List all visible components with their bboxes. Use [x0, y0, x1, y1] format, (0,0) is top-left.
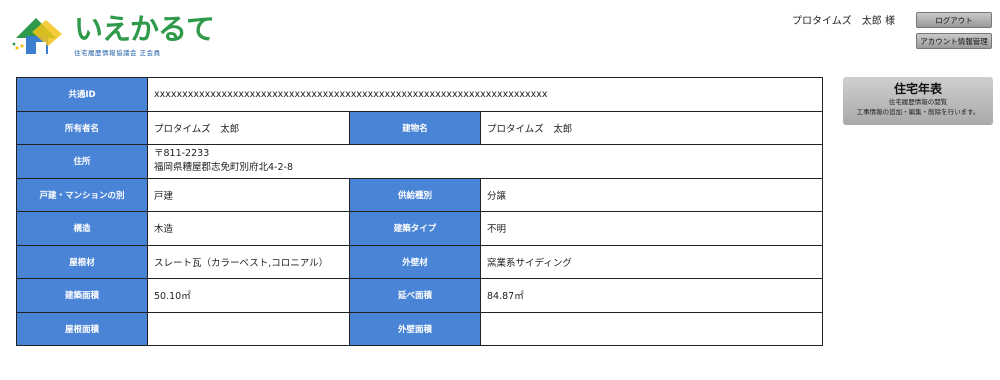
table-row: 屋根材 スレート瓦（カラーベスト,コロニアル） 外壁材 窯業系サイディング [16, 244, 823, 279]
roof-material-value: スレート瓦（カラーベスト,コロニアル） [147, 244, 350, 279]
building-name-label: 建物名 [349, 110, 481, 145]
user-name: プロタイムズ 太郎 様 [792, 16, 895, 27]
floor-area-value: 84.87㎡ [480, 278, 823, 313]
shared-id-value: xxxxxxxxxxxxxxxxxxxxxxxxxxxxxxxxxxxxxxxx… [147, 77, 823, 112]
address-cell: 〒811-2233 福岡県糟屋郡志免町別府北4-2-8 [147, 144, 823, 179]
structure-label: 構造 [16, 211, 148, 246]
house-timeline-title: 住宅年表 [893, 82, 942, 96]
roof-material-label: 屋根材 [16, 244, 148, 279]
table-row: 共通ID xxxxxxxxxxxxxxxxxxxxxxxxxxxxxxxxxxx… [16, 77, 823, 112]
owner-label: 所有者名 [16, 110, 148, 145]
address-label: 住所 [16, 144, 148, 179]
house-timeline-button[interactable]: 住宅年表 住宅履歴情報の閲覧 工事情報の追加・編集・削除を行います。 [843, 77, 993, 125]
house-logo-icon [12, 18, 62, 54]
house-info-table: 共通ID xxxxxxxxxxxxxxxxxxxxxxxxxxxxxxxxxxx… [16, 77, 823, 346]
wall-material-label: 外壁材 [349, 244, 481, 279]
logo-subtitle: 住宅履歴情報協議会 正会員 [74, 49, 161, 57]
supply-type-label: 供給種別 [349, 177, 481, 212]
build-type-label: 建築タイプ [349, 211, 481, 246]
house-timeline-desc-2: 工事情報の追加・編集・削除を行います。 [856, 108, 980, 116]
build-type-value: 不明 [480, 211, 823, 246]
address-value: 福岡県糟屋郡志免町別府北4-2-8 [154, 162, 293, 174]
structure-value: 木造 [147, 211, 350, 246]
table-row: 戸建・マンションの別 戸建 供給種別 分譲 [16, 177, 823, 212]
wall-area-value [480, 311, 823, 346]
table-row: 住所 〒811-2233 福岡県糟屋郡志免町別府北4-2-8 [16, 144, 823, 179]
table-row: 建築面積 50.10㎡ 延べ面積 84.87㎡ [16, 278, 823, 313]
house-type-label: 戸建・マンションの別 [16, 177, 148, 212]
site-logo[interactable]: いえかるて 住宅履歴情報協議会 正会員 [12, 12, 215, 58]
table-row: 所有者名 プロタイムズ 太郎 建物名 プロタイムズ 太郎 [16, 110, 823, 145]
account-management-button[interactable]: アカウント情報管理 [916, 33, 992, 49]
house-type-value: 戸建 [147, 177, 350, 212]
house-timeline-desc-1: 住宅履歴情報の閲覧 [888, 98, 948, 106]
shared-id-label: 共通ID [16, 77, 148, 112]
roof-area-label: 屋根面積 [16, 311, 148, 346]
postal-code: 〒811-2233 [154, 148, 210, 160]
building-name-value: プロタイムズ 太郎 [480, 110, 823, 145]
roof-area-value [147, 311, 350, 346]
wall-material-value: 窯業系サイディング [480, 244, 823, 279]
owner-value: プロタイムズ 太郎 [147, 110, 350, 145]
table-row: 構造 木造 建築タイプ 不明 [16, 211, 823, 246]
supply-type-value: 分譲 [480, 177, 823, 212]
building-area-label: 建築面積 [16, 278, 148, 313]
floor-area-label: 延べ面積 [349, 278, 481, 313]
table-row: 屋根面積 外壁面積 [16, 311, 823, 346]
logo-title: いえかるて [74, 12, 215, 46]
wall-area-label: 外壁面積 [349, 311, 481, 346]
logout-button[interactable]: ログアウト [916, 12, 992, 28]
building-area-value: 50.10㎡ [147, 278, 350, 313]
